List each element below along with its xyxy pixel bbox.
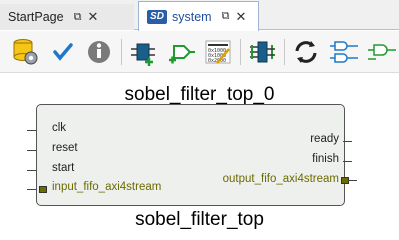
svg-text:0x2000: 0x2000 (208, 58, 226, 64)
port-clk[interactable]: clk (52, 122, 66, 134)
pin-ready[interactable] (343, 141, 352, 142)
close-icon[interactable]: ✕ (235, 9, 246, 25)
tab-label: StartPage (8, 10, 64, 24)
disconnect-icon[interactable] (366, 37, 396, 67)
port-reset[interactable]: reset (52, 142, 78, 154)
port-output-fifo-axi4stream[interactable]: output_fifo_axi4stream (223, 173, 339, 185)
port-input-fifo-axi4stream[interactable]: input_fifo_axi4stream (52, 181, 161, 193)
sd-badge-icon: SD (147, 9, 167, 24)
toolbar-separator (121, 39, 122, 65)
pin-input-fifo[interactable] (27, 189, 36, 190)
pin-clk[interactable] (27, 130, 36, 131)
add-component-icon[interactable] (128, 37, 158, 67)
pin-start[interactable] (27, 170, 36, 171)
close-icon[interactable]: ✕ (87, 9, 98, 25)
tab-startpage[interactable]: StartPage ⧉ ✕ (0, 4, 134, 30)
toolbar: 0x1000 0x1000 0x2000 (0, 31, 399, 73)
port-ready[interactable]: ready (310, 133, 339, 145)
info-icon[interactable] (84, 37, 114, 67)
tab-system[interactable]: SD system ⧉ ✕ (138, 1, 259, 31)
pin-output-fifo[interactable] (348, 180, 357, 181)
block-diagram-canvas[interactable]: sobel_filter_top_0 clk reset start input… (0, 73, 399, 238)
toolbar-separator (240, 39, 241, 65)
pin-reset[interactable] (27, 150, 36, 151)
restore-icon[interactable]: ⧉ (222, 10, 230, 23)
db-settings-icon[interactable] (10, 37, 40, 67)
module-name: sobel_filter_top (135, 209, 264, 230)
pin-finish[interactable] (343, 161, 352, 162)
restore-icon[interactable]: ⧉ (74, 11, 82, 24)
toolbar-separator (284, 39, 285, 65)
add-port-icon[interactable] (166, 37, 196, 67)
refresh-icon[interactable] (291, 37, 321, 67)
tab-bar: StartPage ⧉ ✕ SD system ⧉ ✕ (0, 0, 399, 31)
port-finish[interactable]: finish (312, 153, 339, 165)
port-start[interactable]: start (52, 162, 74, 174)
bus-interface-icon[interactable] (39, 186, 47, 193)
connect-ports-icon[interactable] (329, 37, 359, 67)
tab-label: system (172, 9, 212, 24)
check-icon[interactable] (48, 37, 78, 67)
address-editor-icon[interactable]: 0x1000 0x1000 0x2000 (203, 37, 233, 67)
instance-name: sobel_filter_top_0 (124, 84, 275, 105)
arrange-icon[interactable] (247, 37, 277, 67)
